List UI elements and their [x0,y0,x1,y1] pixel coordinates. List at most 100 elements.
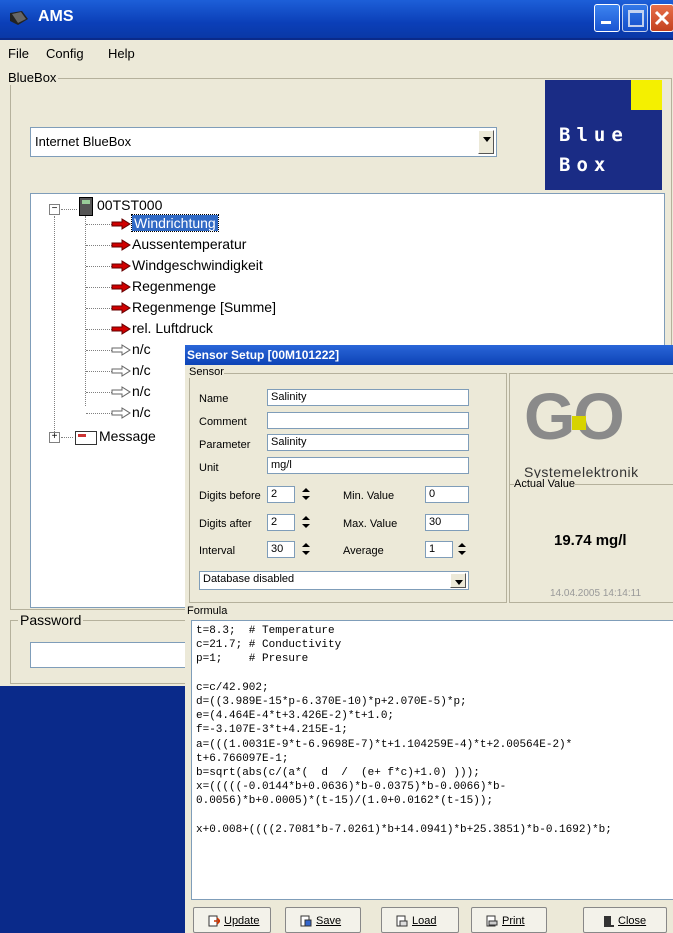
outline-arrow-icon [111,386,131,398]
title-bar: AMS [0,0,673,38]
menu-bar: File Config Help [0,40,673,66]
interval-label: Interval [199,545,236,557]
print-button[interactable]: Print [471,907,547,933]
door-icon [604,916,614,927]
formula-line: d=((3.989E-15*p-6.370E-10)*p+2.070E-5)*p… [196,696,467,708]
digits-before-field[interactable]: 2 [267,486,295,503]
comment-label: Comment [199,416,247,428]
actual-value-legend: Actual Value [514,478,575,490]
max-value-field[interactable]: 30 [425,514,469,531]
load-icon [396,915,408,927]
red-arrow-icon [111,239,131,251]
update-button[interactable]: Update [193,907,271,933]
logo-yellow-square [631,80,662,110]
average-label: Average [343,545,384,557]
database-dropdown[interactable]: Database disabled [199,571,469,590]
close-dialog-button[interactable]: Close [583,907,667,933]
save-button[interactable]: Save [285,907,361,933]
formula-line: 0.0056)*b+0.0005)*(t-15)/(1.0+0.0162*(t-… [196,795,494,808]
digits-after-spinner[interactable] [299,514,313,531]
bluebox-logo: Blue Box [545,80,662,190]
parameter-field[interactable]: Salinity [267,434,469,451]
bluebox-dropdown[interactable]: Internet BlueBox [30,127,497,157]
password-field[interactable] [30,642,202,668]
digits-after-field[interactable]: 2 [267,514,295,531]
expand-icon[interactable]: + [49,432,60,443]
tree-item[interactable]: rel. Luftdruck [132,320,213,336]
formula-line: f=-3.107E-3*t+4.215E-1; [196,724,348,737]
logo-text-box: Box [559,154,612,176]
name-field[interactable]: Salinity [267,389,469,406]
bluebox-legend: BlueBox [6,70,59,85]
red-arrow-icon [111,323,131,335]
tree-root-label[interactable]: 00TST000 [97,197,162,213]
database-dropdown-value: Database disabled [203,573,295,585]
device-icon [79,197,93,216]
formula-line: p=1; # Presure [196,653,309,666]
minimize-button[interactable] [594,4,620,32]
interval-spinner[interactable] [299,541,313,558]
outline-arrow-icon [111,365,131,377]
min-value-label: Min. Value [343,490,395,502]
formula-line: x+0.008+((((2.7081*b-7.0261)*b+14.0941)*… [196,823,612,836]
average-spinner[interactable] [455,541,469,558]
interval-field[interactable]: 30 [267,541,295,558]
save-icon [300,915,312,927]
formula-editor[interactable]: t=8.3; # Temperature c=21.7; # Conductivi… [191,620,673,900]
formula-line: e=(4.464E-4*t+3.426E-2)*t+1.0; [196,710,395,723]
dialog-title: Sensor Setup [00M101222] [187,348,340,362]
formula-line: t=8.3; # Temperature [196,625,335,637]
formula-line: x=(((((-0.0144*b+0.0636)*b-0.0375)*b-0.0… [196,781,507,794]
load-button[interactable]: Load [381,907,459,933]
digits-after-label: Digits after [199,518,252,530]
formula-line: c=c/42.902; [196,681,269,694]
chevron-down-icon[interactable] [478,130,494,154]
menu-help[interactable]: Help [108,46,135,61]
digits-before-label: Digits before [199,490,261,502]
window-title: AMS [38,8,74,25]
red-arrow-icon [111,302,131,314]
parameter-label: Parameter [199,439,251,451]
chevron-down-icon[interactable] [450,573,466,588]
name-label: Name [199,393,229,405]
actual-value-timestamp: 14.04.2005 14:14:11 [550,588,642,599]
actual-value-panel: GO Systemelektronik Actual Value 19.74 m… [509,373,673,603]
tree-item[interactable]: Regenmenge [132,278,216,294]
close-icon [654,10,670,26]
min-value-field[interactable]: 0 [425,486,469,503]
close-button[interactable] [650,4,673,32]
digits-before-spinner[interactable] [299,486,313,503]
tree-item[interactable]: n/c [132,404,151,420]
print-icon [486,915,498,927]
collapse-icon[interactable]: − [49,204,60,215]
tree-message-label[interactable]: Message [99,428,156,444]
update-icon [208,915,220,927]
maximize-button[interactable] [622,4,648,32]
red-arrow-icon [111,281,131,293]
actual-value-reading: 19.74 mg/l [554,532,627,549]
app-icon [8,9,30,27]
tree-item[interactable]: Regenmenge [Summe] [132,299,276,315]
formula-line: t+6.766097E-1; [196,752,289,765]
menu-config[interactable]: Config [46,46,84,61]
tree-item[interactable]: n/c [132,383,151,399]
outline-arrow-icon [111,407,131,419]
max-value-label: Max. Value [343,518,398,530]
bluebox-dropdown-value: Internet BlueBox [35,134,132,149]
red-arrow-icon [111,218,131,230]
tree-item[interactable]: n/c [132,341,151,357]
menu-file[interactable]: File [8,46,29,61]
comment-field[interactable] [267,412,469,429]
average-field[interactable]: 1 [425,541,453,558]
go-logo-dot [572,416,586,430]
unit-field[interactable]: mg/l [267,457,469,474]
formula-line: b=sqrt(abs(c/(a*( d / (e+ f*c)+1.0) ))); [196,767,480,779]
message-icon [75,431,97,445]
tree-item[interactable]: n/c [132,362,151,378]
red-arrow-icon [111,260,131,272]
tree-item[interactable]: Aussentemperatur [132,236,246,252]
tree-item[interactable]: Windgeschwindigkeit [132,257,263,273]
tree-item[interactable]: Windrichtung [131,214,219,232]
formula-line: a=(((1.0031E-9*t-6.9698E-7)*t+1.104259E-… [196,738,573,751]
sensor-setup-dialog: Sensor Setup [00M101222] Sensor Name Sal… [185,345,673,933]
